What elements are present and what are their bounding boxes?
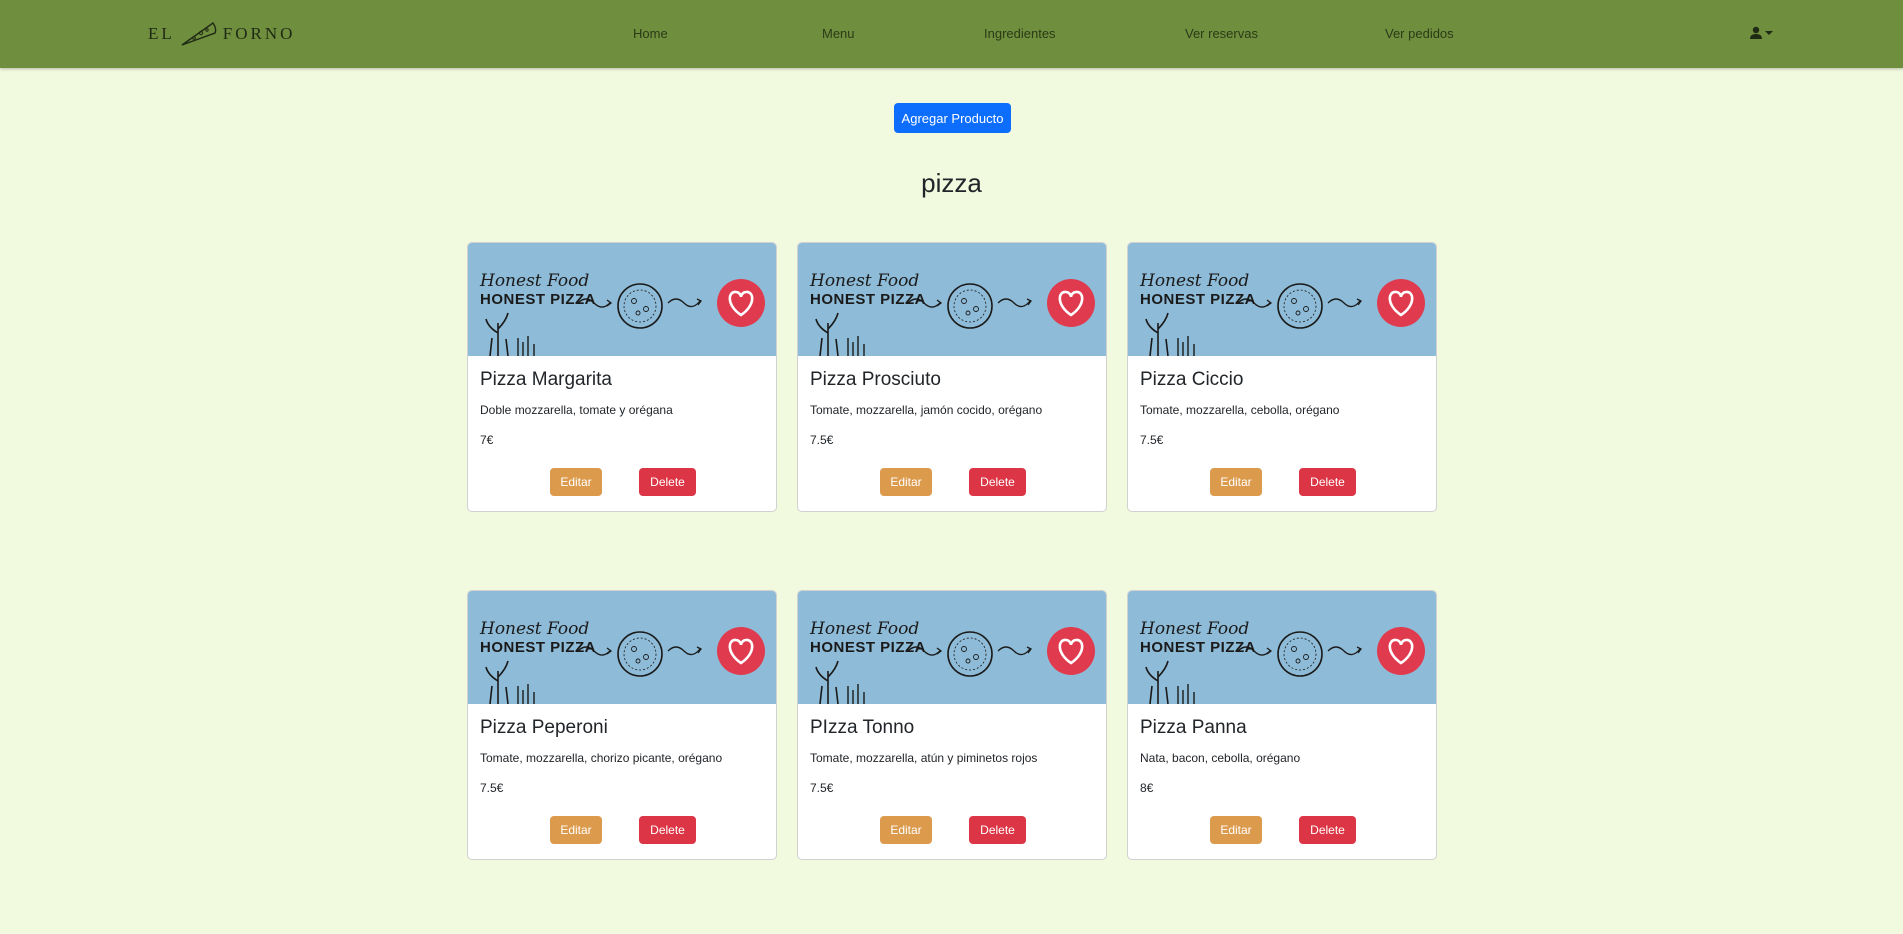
brand-left: EL bbox=[148, 24, 175, 43]
banner-line-2: HONEST PIZZA bbox=[480, 291, 597, 308]
banner-line-1: Honest Food bbox=[810, 619, 920, 639]
edit-button[interactable]: Editar bbox=[550, 468, 602, 496]
nav-ver-reservas[interactable]: Ver reservas bbox=[1185, 26, 1258, 41]
product-name: Pizza Margarita bbox=[480, 369, 612, 390]
delete-button[interactable]: Delete bbox=[639, 816, 696, 844]
product-price: 7.5€ bbox=[480, 781, 504, 795]
nav-ver-pedidos[interactable]: Ver pedidos bbox=[1385, 26, 1454, 41]
product-name: Pizza Ciccio bbox=[1140, 369, 1244, 390]
banner-line-1: Honest Food bbox=[1140, 619, 1250, 639]
product-price: 7.5€ bbox=[810, 433, 834, 447]
banner-line-1: Honest Food bbox=[1140, 271, 1250, 291]
nav-menu[interactable]: Menu bbox=[822, 26, 855, 41]
edit-button[interactable]: Editar bbox=[1210, 816, 1262, 844]
pizza-slice-icon bbox=[181, 22, 217, 46]
product-image: Honest Food HONEST PIZZA bbox=[798, 243, 1106, 356]
product-price: 7.5€ bbox=[1140, 433, 1164, 447]
product-name: PIzza Tonno bbox=[810, 717, 915, 738]
product-image: Honest Food HONEST PIZZA bbox=[798, 591, 1106, 704]
delete-button[interactable]: Delete bbox=[969, 468, 1026, 496]
delete-button[interactable]: Delete bbox=[1299, 468, 1356, 496]
banner-line-2: HONEST PIZZA bbox=[480, 639, 597, 656]
product-price: 7€ bbox=[480, 433, 494, 447]
nav-ingredientes[interactable]: Ingredientes bbox=[984, 26, 1056, 41]
delete-button[interactable]: Delete bbox=[969, 816, 1026, 844]
banner-line-2: HONEST PIZZA bbox=[810, 291, 927, 308]
product-card: Honest Food HONEST PIZZA PIzza Tonno Tom… bbox=[797, 590, 1107, 860]
product-card: Honest Food HONEST PIZZA Pizza Prosciuto… bbox=[797, 242, 1107, 512]
product-description: Tomate, mozzarella, chorizo picante, oré… bbox=[480, 751, 723, 765]
product-card: Honest Food HONEST PIZZA Pizza Margarita… bbox=[467, 242, 777, 512]
banner-line-2: HONEST PIZZA bbox=[1140, 291, 1257, 308]
product-card: Honest Food HONEST PIZZA Pizza Panna Nat… bbox=[1127, 590, 1437, 860]
product-card: Honest Food HONEST PIZZA Pizza Peperoni … bbox=[467, 590, 777, 860]
product-name: Pizza Prosciuto bbox=[810, 369, 941, 390]
caret-down-icon bbox=[1765, 31, 1773, 35]
banner-line-2: HONEST PIZZA bbox=[810, 639, 927, 656]
edit-button[interactable]: Editar bbox=[880, 816, 932, 844]
category-title: pizza bbox=[921, 168, 982, 198]
banner-line-1: Honest Food bbox=[480, 619, 590, 639]
user-icon bbox=[1750, 26, 1762, 39]
banner-line-2: HONEST PIZZA bbox=[1140, 639, 1257, 656]
product-image: Honest Food HONEST PIZZA bbox=[1128, 591, 1436, 704]
navbar: EL FORNO Home Menu Ingredientes Ver rese… bbox=[0, 0, 1903, 68]
product-image: Honest Food HONEST PIZZA bbox=[468, 243, 776, 356]
product-description: Tomate, mozzarella, cebolla, orégano bbox=[1140, 403, 1340, 417]
brand-right: FORNO bbox=[222, 24, 296, 43]
product-image: Honest Food HONEST PIZZA bbox=[1128, 243, 1436, 356]
add-product-button[interactable]: Agregar Producto bbox=[894, 103, 1011, 133]
product-card: Honest Food HONEST PIZZA Pizza Ciccio To… bbox=[1127, 242, 1437, 512]
brand-logo[interactable]: EL FORNO bbox=[148, 19, 295, 49]
user-dropdown[interactable] bbox=[1749, 26, 1773, 40]
nav-home[interactable]: Home bbox=[633, 26, 668, 41]
product-price: 8€ bbox=[1140, 781, 1154, 795]
product-description: Doble mozzarella, tomate y orégana bbox=[480, 403, 673, 417]
delete-button[interactable]: Delete bbox=[639, 468, 696, 496]
product-description: Nata, bacon, cebolla, orégano bbox=[1140, 751, 1301, 765]
product-name: Pizza Peperoni bbox=[480, 717, 608, 738]
product-price: 7.5€ bbox=[810, 781, 834, 795]
edit-button[interactable]: Editar bbox=[880, 468, 932, 496]
edit-button[interactable]: Editar bbox=[550, 816, 602, 844]
product-name: Pizza Panna bbox=[1140, 717, 1247, 738]
product-image: Honest Food HONEST PIZZA bbox=[468, 591, 776, 704]
edit-button[interactable]: Editar bbox=[1210, 468, 1262, 496]
delete-button[interactable]: Delete bbox=[1299, 816, 1356, 844]
banner-line-1: Honest Food bbox=[480, 271, 590, 291]
banner-line-1: Honest Food bbox=[810, 271, 920, 291]
product-description: Tomate, mozzarella, jamón cocido, orégan… bbox=[810, 403, 1043, 417]
product-description: Tomate, mozzarella, atún y piminetos roj… bbox=[810, 751, 1038, 765]
